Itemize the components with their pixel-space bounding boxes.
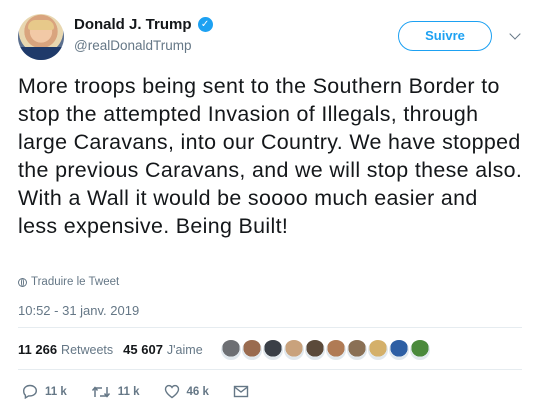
liker-avatar[interactable]	[346, 339, 368, 361]
globe-icon	[18, 277, 27, 287]
chevron-down-icon[interactable]	[509, 28, 521, 40]
like-button[interactable]: 46 k	[164, 384, 209, 399]
likes-label[interactable]: J'aime	[167, 343, 203, 357]
tweet-timestamp[interactable]: 10:52 - 31 janv. 2019	[18, 303, 139, 318]
divider	[18, 369, 522, 370]
heart-icon	[164, 384, 179, 399]
liker-avatar[interactable]	[220, 339, 242, 361]
liker-avatar[interactable]	[388, 339, 410, 361]
tweet-actions: 11 k 11 k 46 k	[22, 384, 273, 399]
author-handle[interactable]: @realDonaldTrump	[74, 38, 192, 53]
reply-button[interactable]: 11 k	[22, 384, 67, 399]
author-name[interactable]: Donald J. Trump	[74, 16, 192, 33]
liker-avatar[interactable]	[409, 339, 431, 361]
direct-message-button[interactable]	[233, 385, 249, 398]
liker-avatar[interactable]	[262, 339, 284, 361]
tweet-stats: 11 266 Retweets 45 607 J'aime	[18, 342, 203, 357]
liker-avatar[interactable]	[241, 339, 263, 361]
follow-button[interactable]: Suivre	[398, 21, 492, 51]
liker-avatar[interactable]	[367, 339, 389, 361]
retweet-button[interactable]: 11 k	[91, 385, 140, 399]
reply-count: 11 k	[45, 385, 67, 398]
retweet-count: 11 k	[117, 385, 140, 398]
like-count: 46 k	[186, 385, 209, 398]
avatar-hair	[28, 20, 54, 30]
liker-avatar[interactable]	[325, 339, 347, 361]
verified-badge-icon: ✓	[197, 17, 213, 32]
liker-avatars	[220, 339, 431, 361]
author-name-row[interactable]: Donald J. Trump ✓	[74, 16, 213, 33]
envelope-icon	[233, 385, 249, 398]
retweets-count[interactable]: 11 266	[18, 342, 57, 357]
likes-count[interactable]: 45 607	[123, 342, 163, 357]
divider	[18, 327, 522, 328]
tweet-text: More troops being sent to the Southern B…	[18, 74, 523, 238]
liker-avatar[interactable]	[304, 339, 326, 361]
avatar-shirt	[18, 47, 64, 60]
retweets-label[interactable]: Retweets	[61, 343, 113, 357]
liker-avatar[interactable]	[283, 339, 305, 361]
translate-label: Traduire le Tweet	[31, 276, 120, 288]
reply-icon	[22, 384, 38, 399]
avatar[interactable]	[18, 14, 64, 60]
translate-tweet-link[interactable]: Traduire le Tweet	[18, 276, 119, 288]
retweet-icon	[91, 385, 110, 398]
